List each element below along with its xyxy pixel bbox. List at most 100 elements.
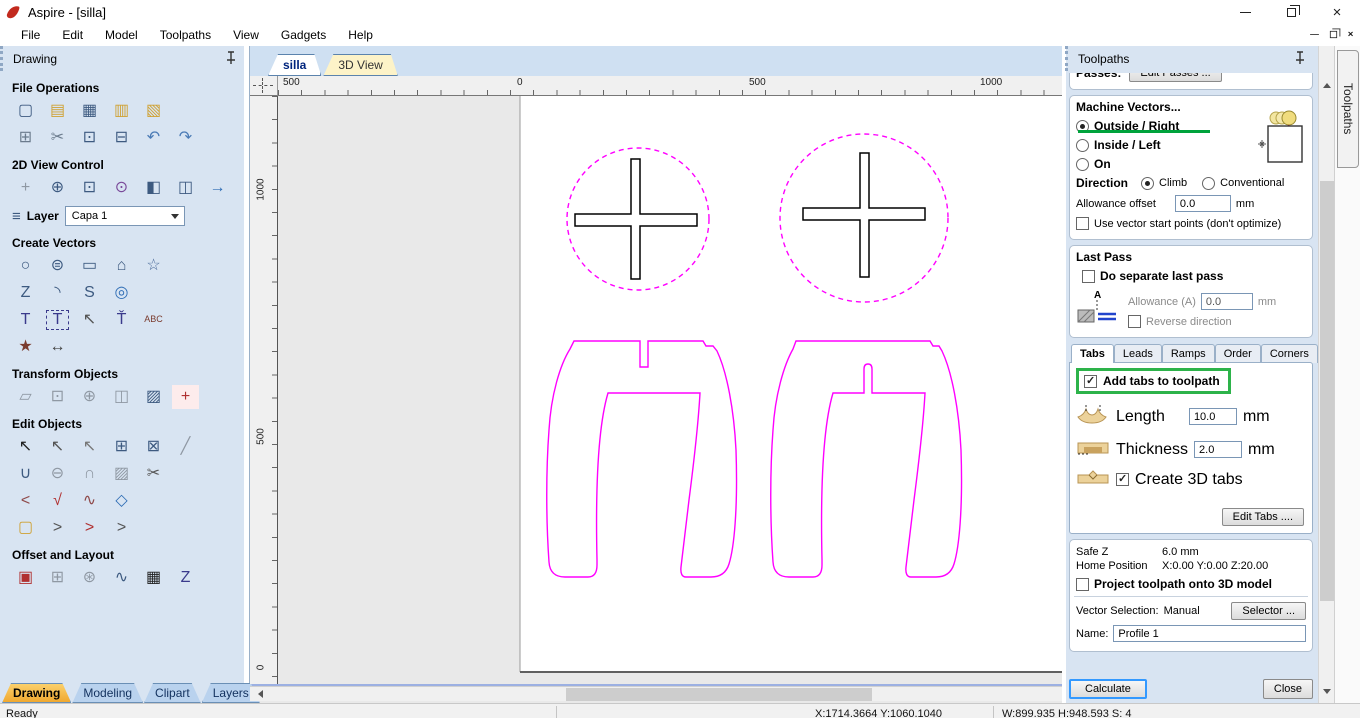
draw-text-icon[interactable]: T: [12, 308, 39, 332]
reverse-direction-checkbox[interactable]: [1128, 315, 1141, 328]
conventional-radio[interactable]: [1202, 176, 1216, 190]
center-material-icon[interactable]: ⊕: [76, 385, 103, 409]
thickness-input[interactable]: [1194, 441, 1243, 458]
zoom-selected-icon[interactable]: ⊙: [108, 176, 135, 200]
draw-rectangle-icon[interactable]: ▭: [76, 254, 103, 278]
dimension-icon[interactable]: ↔: [44, 335, 71, 359]
option-tab-order[interactable]: Order: [1214, 344, 1261, 363]
switch-view-icon[interactable]: →: [204, 176, 231, 200]
new-drawing-icon[interactable]: ▢: [12, 99, 39, 123]
document-tab-silla[interactable]: silla: [268, 54, 321, 76]
vector-drawing[interactable]: [278, 96, 1062, 686]
join-line-icon[interactable]: >: [76, 516, 103, 540]
edit-nodes-icon[interactable]: √: [44, 489, 71, 513]
offset-vectors-icon[interactable]: ▣: [12, 566, 39, 590]
pin-icon[interactable]: [1294, 51, 1306, 65]
pin-icon[interactable]: [225, 51, 237, 65]
climb-radio[interactable]: [1141, 176, 1155, 190]
mirror-icon[interactable]: ◫: [108, 385, 135, 409]
redo-icon[interactable]: ↷: [172, 126, 199, 150]
export-vectors-icon[interactable]: ▧: [140, 99, 167, 123]
pan-icon[interactable]: +: [12, 176, 39, 200]
allowance-offset-input[interactable]: [1174, 195, 1231, 212]
menu-item-model[interactable]: Model: [96, 26, 147, 44]
menu-item-help[interactable]: Help: [339, 26, 382, 44]
menu-item-edit[interactable]: Edit: [53, 26, 92, 44]
toolpath-name-input[interactable]: [1113, 625, 1306, 642]
dropdown-arrow-icon[interactable]: [170, 214, 179, 223]
move-selection-icon[interactable]: ▱: [12, 385, 39, 409]
draw-curve-icon[interactable]: S: [76, 281, 103, 305]
vector-texture-icon[interactable]: Z: [172, 566, 199, 590]
toggle-panel-icon[interactable]: ◧: [140, 176, 167, 200]
set-size-icon[interactable]: ⊡: [44, 385, 71, 409]
on-radio[interactable]: [1076, 157, 1089, 171]
panel-scrollbar[interactable]: [1318, 46, 1334, 703]
last-pass-allowance-input[interactable]: [1200, 293, 1253, 310]
hatch-icon[interactable]: ▨: [108, 462, 135, 486]
start-points-checkbox[interactable]: [1076, 217, 1089, 230]
ungroup-icon[interactable]: ⊠: [140, 435, 167, 459]
trace-bitmap-icon[interactable]: ★: [12, 335, 39, 359]
menu-item-gadgets[interactable]: Gadgets: [272, 26, 335, 44]
close-vector-icon[interactable]: ◇: [108, 489, 135, 513]
option-tab-ramps[interactable]: Ramps: [1161, 344, 1215, 363]
distort-icon[interactable]: ▨: [140, 385, 167, 409]
scroll-left-arrow-icon[interactable]: [250, 687, 266, 702]
horizontal-scrollbar[interactable]: [250, 686, 1062, 701]
calculate-button[interactable]: Calculate: [1069, 679, 1147, 699]
text-on-path-icon[interactable]: Ť: [108, 308, 135, 332]
circular-copy-icon[interactable]: ⊛: [76, 566, 103, 590]
document-tab-3d-view[interactable]: 3D View: [323, 54, 397, 76]
join-move-icon[interactable]: >: [44, 516, 71, 540]
align-icon[interactable]: +: [172, 385, 199, 409]
menu-item-toolpaths[interactable]: Toolpaths: [151, 26, 220, 44]
panel-scroll-thumb[interactable]: [1320, 181, 1334, 601]
join-vectors-icon[interactable]: ▢: [12, 516, 39, 540]
panel-tab-modeling[interactable]: Modeling: [72, 683, 143, 703]
horizontal-scroll-thumb[interactable]: [566, 688, 872, 701]
draw-arc-icon[interactable]: ◝: [44, 281, 71, 305]
draw-ellipse-icon[interactable]: ⊜: [44, 254, 71, 278]
option-tab-tabs[interactable]: Tabs: [1071, 344, 1114, 363]
inside-left-radio[interactable]: [1076, 138, 1089, 152]
nesting-icon[interactable]: ▦: [140, 566, 167, 590]
doc-minimize-icon[interactable]: [1310, 33, 1319, 35]
transform-mode-icon[interactable]: ↖: [76, 435, 103, 459]
node-edit-icon[interactable]: ↖: [44, 435, 71, 459]
doc-restore-icon[interactable]: [1329, 28, 1341, 38]
edit-tabs-button[interactable]: Edit Tabs ....: [1221, 508, 1304, 526]
length-input[interactable]: [1188, 408, 1237, 425]
create-3d-tabs-checkbox[interactable]: [1116, 473, 1129, 486]
draw-polyline-icon[interactable]: Z: [12, 281, 39, 305]
select-text-icon[interactable]: ↖: [76, 308, 103, 332]
option-tab-corners[interactable]: Corners: [1260, 344, 1318, 363]
save-file-icon[interactable]: ▦: [76, 99, 103, 123]
job-setup-icon[interactable]: ⊞: [12, 126, 39, 150]
draw-spiral-icon[interactable]: ◎: [108, 281, 135, 305]
doc-close-icon[interactable]: ×: [1348, 28, 1354, 39]
cut-icon[interactable]: ✂: [44, 126, 71, 150]
subtract-icon[interactable]: ⊖: [44, 462, 71, 486]
close-panel-button[interactable]: Close: [1262, 679, 1313, 699]
scroll-down-arrow-icon[interactable]: [1319, 686, 1335, 701]
zoom-box-icon[interactable]: ⊡: [76, 176, 103, 200]
intersect-icon[interactable]: ∩: [76, 462, 103, 486]
close-button[interactable]: ×: [1314, 0, 1360, 24]
weld-icon[interactable]: ∪: [12, 462, 39, 486]
undo-icon[interactable]: ↶: [140, 126, 167, 150]
zoom-icon[interactable]: ⊕: [44, 176, 71, 200]
draw-star-icon[interactable]: ☆: [140, 254, 167, 278]
menu-item-file[interactable]: File: [12, 26, 49, 44]
paste-icon[interactable]: ⊟: [108, 126, 135, 150]
job-sheet[interactable]: [520, 96, 1062, 672]
copy-icon[interactable]: ⊡: [76, 126, 103, 150]
open-file-icon[interactable]: ▤: [44, 99, 71, 123]
group-icon[interactable]: ⊞: [108, 435, 135, 459]
trim-icon[interactable]: ✂: [140, 462, 167, 486]
restore-button[interactable]: [1268, 0, 1314, 24]
measure-icon[interactable]: ╱: [172, 435, 199, 459]
minimize-button[interactable]: [1222, 0, 1268, 24]
join-curve-icon[interactable]: >: [108, 516, 135, 540]
panel-tab-drawing[interactable]: Drawing: [2, 683, 71, 703]
